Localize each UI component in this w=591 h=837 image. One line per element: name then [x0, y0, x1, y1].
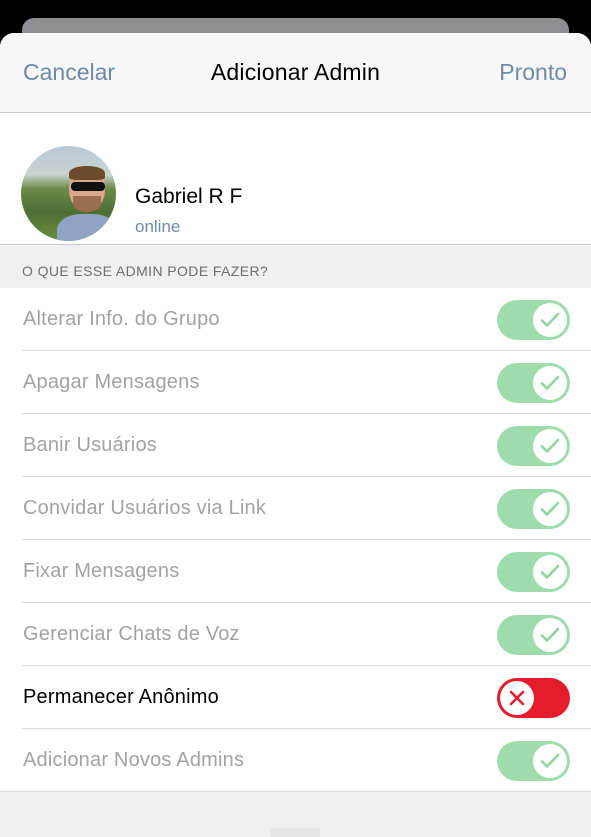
x-icon [500, 681, 534, 715]
permission-toggle-alterar-info[interactable] [497, 300, 570, 340]
done-button[interactable]: Pronto [499, 59, 567, 86]
permissions-list: Alterar Info. do Grupo Apagar Mensagens … [0, 288, 591, 792]
permission-row-convidar-usuarios: Convidar Usuários via Link [0, 477, 591, 540]
permission-label: Fixar Mensagens [23, 560, 180, 582]
permissions-section-header: O QUE ESSE ADMIN PODE FAZER? [22, 263, 269, 279]
checkmark-icon [533, 366, 567, 400]
permission-label: Convidar Usuários via Link [23, 497, 267, 519]
checkmark-icon [533, 618, 567, 652]
permission-label: Adicionar Novos Admins [23, 749, 245, 771]
permission-row-gerenciar-chats-voz: Gerenciar Chats de Voz [0, 603, 591, 666]
profile-name: Gabriel R F [135, 185, 243, 208]
permission-toggle-fixar-mensagens[interactable] [497, 552, 570, 592]
permission-toggle-permanecer-anonimo[interactable] [497, 678, 570, 718]
permission-row-banir-usuarios: Banir Usuários [0, 414, 591, 477]
checkmark-icon [533, 744, 567, 778]
permission-row-fixar-mensagens: Fixar Mensagens [0, 540, 591, 603]
admin-profile-card: Gabriel R F online [0, 113, 591, 245]
avatar [21, 146, 116, 241]
permission-row-permanecer-anonimo: Permanecer Anônimo [0, 666, 591, 729]
permission-label: Alterar Info. do Grupo [23, 308, 220, 330]
profile-status: online [135, 217, 181, 236]
permission-toggle-convidar-usuarios[interactable] [497, 489, 570, 529]
permission-label: Gerenciar Chats de Voz [23, 623, 240, 645]
permission-label: Apagar Mensagens [23, 371, 200, 393]
checkmark-icon [533, 555, 567, 589]
permission-toggle-banir-usuarios[interactable] [497, 426, 570, 466]
permission-label: Banir Usuários [23, 434, 157, 456]
permission-toggle-apagar-mensagens[interactable] [497, 363, 570, 403]
permission-toggle-gerenciar-chats-voz[interactable] [497, 615, 570, 655]
bottom-handle [270, 828, 320, 837]
permission-row-adicionar-admins: Adicionar Novos Admins [0, 729, 591, 792]
permission-row-apagar-mensagens: Apagar Mensagens [0, 351, 591, 414]
checkmark-icon [533, 492, 567, 526]
checkmark-icon [533, 303, 567, 337]
permission-label: Permanecer Anônimo [23, 686, 219, 708]
permission-row-alterar-info: Alterar Info. do Grupo [0, 288, 591, 351]
permission-toggle-adicionar-admins[interactable] [497, 741, 570, 781]
navigation-bar: Cancelar Adicionar Admin Pronto [0, 33, 591, 113]
checkmark-icon [533, 429, 567, 463]
